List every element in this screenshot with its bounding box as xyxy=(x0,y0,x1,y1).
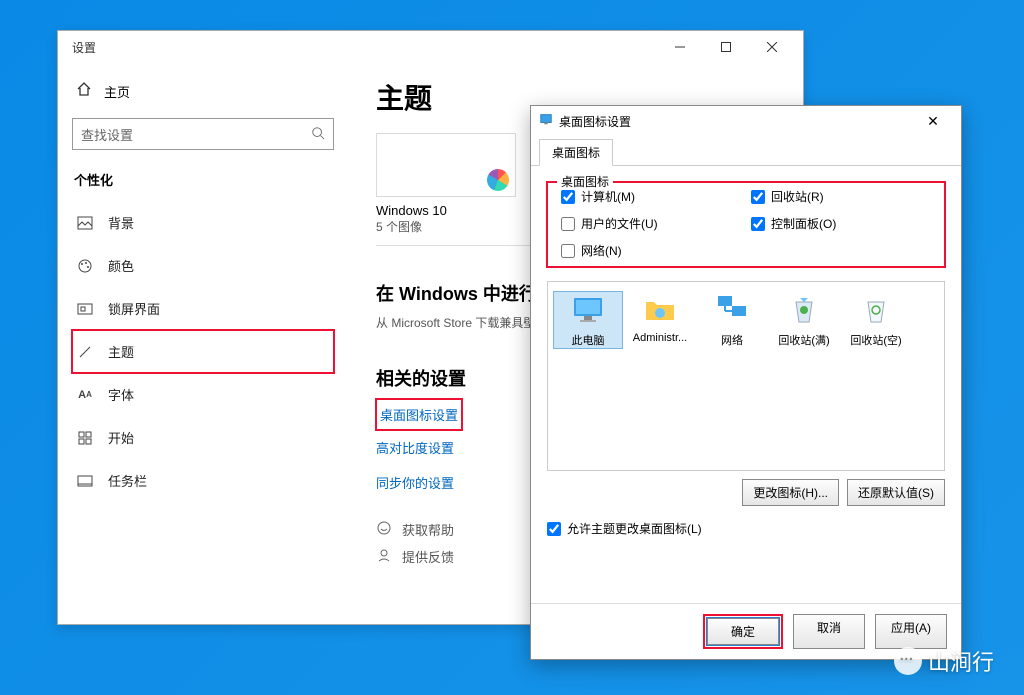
link-desktop-icon-settings[interactable]: 桌面图标设置 xyxy=(376,399,462,430)
lock-icon xyxy=(76,300,94,318)
font-icon: AA xyxy=(76,386,94,404)
sidebar-item-label: 颜色 xyxy=(108,256,134,275)
tab-strip: 桌面图标 xyxy=(531,138,961,166)
start-icon xyxy=(76,429,94,447)
home-label: 主页 xyxy=(104,82,130,101)
sidebar-item-lockscreen[interactable]: 锁屏界面 xyxy=(72,287,334,330)
checkbox-input[interactable] xyxy=(547,522,561,536)
checkbox-input[interactable] xyxy=(561,217,575,231)
sidebar-item-background[interactable]: 背景 xyxy=(72,201,334,244)
feedback-label: 提供反馈 xyxy=(402,547,454,566)
checkbox-computer[interactable]: 计算机(M) xyxy=(561,188,741,205)
sidebar-item-start[interactable]: 开始 xyxy=(72,416,334,459)
icon-item-network[interactable]: 网络 xyxy=(698,292,766,348)
checkbox-label: 网络(N) xyxy=(581,242,622,259)
palette-icon xyxy=(76,257,94,275)
close-button[interactable] xyxy=(749,31,795,63)
feedback-icon xyxy=(376,547,392,566)
picture-icon xyxy=(76,214,94,232)
folder-icon xyxy=(642,292,678,328)
checkbox-input[interactable] xyxy=(751,190,765,204)
maximize-button[interactable] xyxy=(703,31,749,63)
computer-icon xyxy=(570,292,606,328)
dialog-icon xyxy=(539,112,553,131)
icon-label: 此电脑 xyxy=(572,332,605,348)
titlebar: 设置 xyxy=(58,31,803,63)
icon-item-recycle-empty[interactable]: 回收站(空) xyxy=(842,292,910,348)
sidebar: 主页 查找设置 个性化 背景 颜色 锁屏界面 主题 xyxy=(58,63,348,624)
icon-preview-list: 此电脑 Administr... 网络 回收站(满) 回收站(空) xyxy=(547,281,945,471)
recycle-empty-icon xyxy=(858,292,894,328)
checkbox-network[interactable]: 网络(N) xyxy=(561,242,741,259)
watermark-icon xyxy=(894,647,922,675)
checkbox-recycle[interactable]: 回收站(R) xyxy=(751,188,931,205)
checkbox-controlpanel[interactable]: 控制面板(O) xyxy=(751,215,931,232)
sidebar-item-theme[interactable]: 主题 xyxy=(72,330,334,373)
minimize-button[interactable] xyxy=(657,31,703,63)
icon-label: 网络 xyxy=(721,332,743,348)
theme-preview[interactable] xyxy=(376,133,516,197)
network-icon xyxy=(714,292,750,328)
checkbox-input[interactable] xyxy=(561,190,575,204)
change-icon-button[interactable]: 更改图标(H)... xyxy=(742,479,839,506)
home-link[interactable]: 主页 xyxy=(72,71,334,112)
sidebar-item-label: 任务栏 xyxy=(108,471,147,490)
checkbox-label: 控制面板(O) xyxy=(771,215,836,232)
checkbox-allow-theme[interactable]: 允许主题更改桌面图标(L) xyxy=(547,520,945,537)
checkbox-input[interactable] xyxy=(751,217,765,231)
window-title: 设置 xyxy=(72,39,96,56)
restore-defaults-button[interactable]: 还原默认值(S) xyxy=(847,479,945,506)
tab-desktop-icons[interactable]: 桌面图标 xyxy=(539,139,613,166)
sidebar-item-taskbar[interactable]: 任务栏 xyxy=(72,459,334,502)
help-icon xyxy=(376,520,392,539)
sidebar-item-label: 锁屏界面 xyxy=(108,299,160,318)
checkbox-label: 计算机(M) xyxy=(581,188,635,205)
sidebar-item-color[interactable]: 颜色 xyxy=(72,244,334,287)
icon-item-userfolder[interactable]: Administr... xyxy=(626,292,694,344)
cancel-button[interactable]: 取消 xyxy=(793,614,865,649)
checkbox-label: 允许主题更改桌面图标(L) xyxy=(567,520,702,537)
dialog-close-button[interactable]: ✕ xyxy=(913,113,953,130)
section-title: 个性化 xyxy=(72,164,334,201)
checkbox-input[interactable] xyxy=(561,244,575,258)
checkbox-userfiles[interactable]: 用户的文件(U) xyxy=(561,215,741,232)
checkbox-label: 用户的文件(U) xyxy=(581,215,658,232)
icon-label: 回收站(满) xyxy=(778,332,829,348)
search-placeholder: 查找设置 xyxy=(81,125,133,144)
watermark-text: 山涧行 xyxy=(928,645,994,677)
taskbar-icon xyxy=(76,472,94,490)
sidebar-item-label: 背景 xyxy=(108,213,134,232)
desktop-icon-dialog: 桌面图标设置 ✕ 桌面图标 桌面图标 计算机(M) 回收站(R) 用户的文件(U… xyxy=(530,105,962,660)
icon-label: 回收站(空) xyxy=(850,332,901,348)
icon-label: Administr... xyxy=(633,332,687,344)
search-icon xyxy=(311,126,325,143)
sidebar-item-label: 开始 xyxy=(108,428,134,447)
ok-button[interactable]: 确定 xyxy=(707,618,779,645)
sidebar-item-font[interactable]: AA 字体 xyxy=(72,373,334,416)
recycle-full-icon xyxy=(786,292,822,328)
sidebar-item-label: 字体 xyxy=(108,385,134,404)
checkbox-label: 回收站(R) xyxy=(771,188,824,205)
desktop-icons-group: 桌面图标 计算机(M) 回收站(R) 用户的文件(U) 控制面板(O) 网络(N… xyxy=(547,182,945,267)
brush-icon xyxy=(76,343,94,361)
dialog-title: 桌面图标设置 xyxy=(559,113,631,130)
sidebar-item-label: 主题 xyxy=(108,342,134,361)
group-legend: 桌面图标 xyxy=(557,173,613,190)
help-label: 获取帮助 xyxy=(402,520,454,539)
ok-highlight: 确定 xyxy=(703,614,783,649)
icon-item-computer[interactable]: 此电脑 xyxy=(554,292,622,348)
home-icon xyxy=(76,81,92,102)
icon-item-recycle-full[interactable]: 回收站(满) xyxy=(770,292,838,348)
search-input[interactable]: 查找设置 xyxy=(72,118,334,150)
watermark: 山涧行 xyxy=(894,645,994,677)
dialog-titlebar: 桌面图标设置 ✕ xyxy=(531,106,961,136)
